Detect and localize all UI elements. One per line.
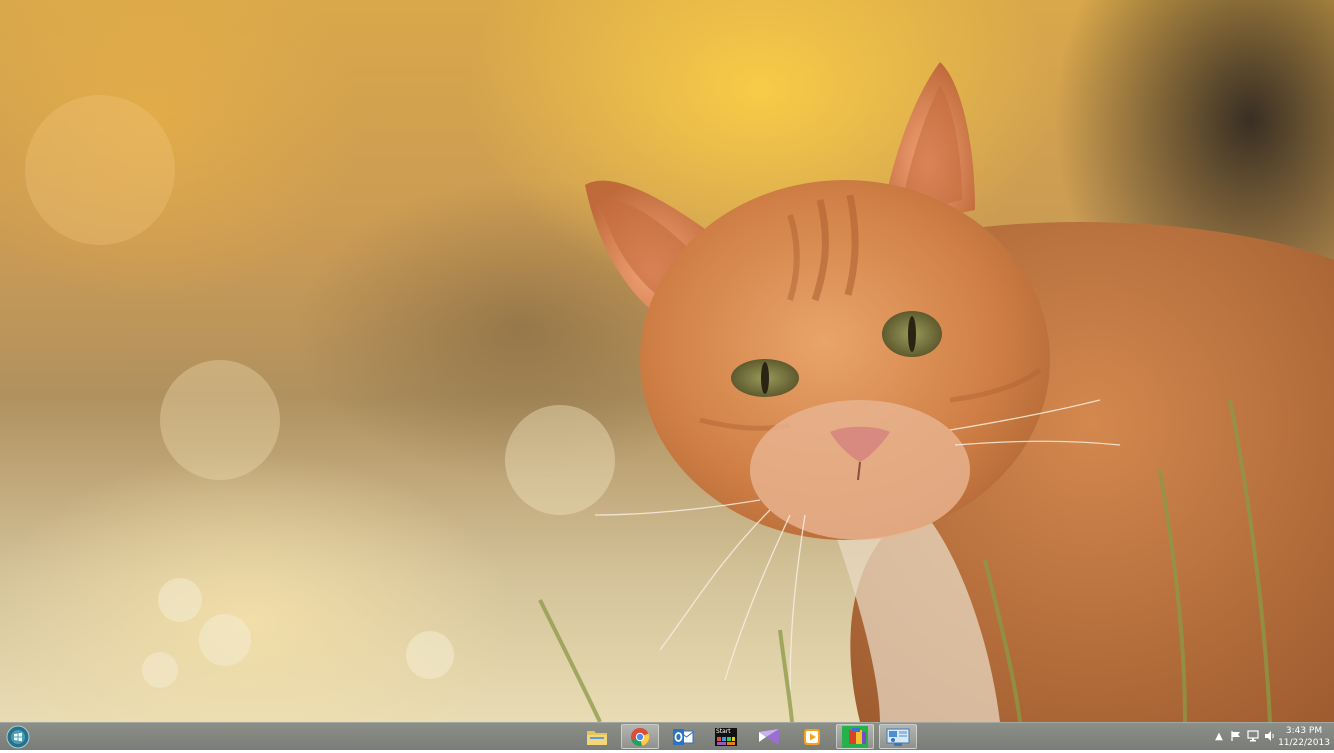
system-clock[interactable]: 3:43 PM 11/22/2013 (1278, 725, 1330, 749)
start-screen-app-icon: Start (715, 727, 737, 746)
file-explorer-icon (587, 730, 607, 745)
taskbar-chrome[interactable] (621, 724, 659, 749)
taskbar-media-player[interactable] (793, 724, 831, 749)
volume-button[interactable] (1263, 729, 1277, 743)
media-player-icon (804, 728, 820, 745)
clock-date: 11/22/2013 (1278, 738, 1330, 748)
action-center-button[interactable] (1229, 729, 1243, 743)
visual-studio-icon (759, 728, 779, 745)
taskbar-installer[interactable] (836, 724, 874, 749)
taskbar-remote-desktop[interactable] (879, 724, 917, 749)
installer-box-icon (842, 725, 868, 748)
taskbar-visual-studio[interactable] (750, 724, 788, 749)
clock-time: 3:43 PM (1285, 726, 1323, 736)
network-button[interactable] (1246, 729, 1260, 743)
taskbar-file-explorer[interactable] (578, 724, 616, 749)
taskbar-start-app[interactable]: Start (707, 724, 745, 749)
outlook-icon (673, 728, 694, 745)
taskbar: Start ▲ 3:43 PM 11/22/2013 (0, 722, 1334, 750)
windows-start-orb-icon (6, 725, 30, 749)
volume-icon (1265, 731, 1274, 741)
chrome-icon (631, 727, 650, 746)
chevron-up-icon: ▲ (1215, 730, 1223, 742)
desktop-wallpaper (0, 0, 1334, 722)
remote-desktop-icon (886, 728, 910, 746)
cat-wallpaper-image (25, 62, 1334, 722)
start-button[interactable] (6, 725, 30, 749)
show-hidden-icons-button[interactable]: ▲ (1212, 729, 1226, 743)
taskbar-outlook[interactable] (664, 724, 702, 749)
start-app-label: Start (716, 727, 731, 735)
action-center-flag-icon (1231, 731, 1240, 741)
network-icon (1247, 730, 1259, 742)
